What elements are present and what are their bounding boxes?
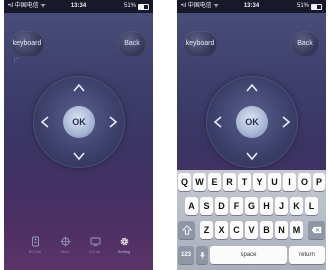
right-arrow-icon[interactable] — [278, 114, 294, 130]
key[interactable]: Z — [200, 221, 213, 239]
microphone-icon — [199, 252, 205, 259]
keyboard-button[interactable]: keyboard — [10, 31, 44, 57]
key[interactable]: U — [268, 173, 281, 191]
on-screen-keyboard: Q W E R T Y U I O P A S D F G H J K L Z — [177, 170, 326, 270]
battery-percent: 51% — [123, 3, 136, 9]
direction-pad: OK — [33, 76, 125, 168]
direction-pad: OK — [206, 76, 298, 168]
tab-label: EZ Air — [89, 249, 101, 254]
key[interactable]: H — [260, 197, 273, 215]
key[interactable]: M — [290, 221, 303, 239]
status-bar: •ıl 中国电信 ᯤ 13:34 51% — [4, 0, 153, 13]
tab-setting[interactable]: Setting — [109, 228, 139, 262]
battery-icon — [311, 3, 322, 10]
key[interactable]: O — [298, 173, 311, 191]
key[interactable]: L — [305, 197, 318, 215]
tab-ez-air[interactable]: EZ Air — [80, 228, 110, 262]
up-arrow-icon[interactable] — [71, 80, 87, 96]
key[interactable]: C — [230, 221, 243, 239]
keyboard-row-3: Z X C V B N M — [177, 221, 326, 241]
key[interactable]: J — [275, 197, 288, 215]
back-button[interactable]: Back — [118, 31, 146, 57]
remote-icon — [30, 236, 41, 247]
keyboard-row-1: Q W E R T Y U I O P — [177, 173, 326, 193]
key[interactable]: G — [245, 197, 258, 215]
tab-label: IR Cntl — [28, 249, 42, 254]
keyboard-button[interactable]: keyboard — [183, 31, 217, 57]
divider — [14, 58, 19, 63]
key[interactable]: P — [313, 173, 325, 191]
tab-label: Setting — [117, 249, 131, 254]
mouse-icon — [60, 236, 71, 247]
key[interactable]: S — [200, 197, 213, 215]
key[interactable]: F — [230, 197, 243, 215]
key[interactable]: X — [215, 221, 228, 239]
down-arrow-icon[interactable] — [71, 148, 87, 164]
ok-button[interactable]: OK — [236, 106, 268, 138]
battery-icon — [138, 3, 149, 10]
keyboard-row-2: A S D F G H J K L — [177, 197, 326, 217]
battery-indicator: 51% — [124, 0, 149, 13]
shift-key[interactable] — [178, 221, 195, 239]
right-arrow-icon[interactable] — [105, 114, 121, 130]
key[interactable]: R — [223, 173, 236, 191]
tab-mouse[interactable]: Mou — [50, 228, 80, 262]
key[interactable]: D — [215, 197, 228, 215]
key[interactable]: E — [208, 173, 221, 191]
down-arrow-icon[interactable] — [244, 148, 260, 164]
key[interactable]: Y — [253, 173, 266, 191]
numbers-key[interactable]: 123 — [178, 246, 194, 264]
bottom-tab-bar: IR Cntl Mou EZ Air Setting — [4, 228, 153, 262]
space-key[interactable]: space — [210, 246, 287, 264]
keyboard-row-4: 123 space return — [177, 246, 326, 266]
key[interactable]: V — [245, 221, 258, 239]
dictation-key[interactable] — [196, 246, 208, 264]
key[interactable]: I — [283, 173, 296, 191]
tab-label: Mou — [61, 249, 69, 254]
key[interactable]: T — [238, 173, 251, 191]
left-arrow-icon[interactable] — [210, 114, 226, 130]
key[interactable]: Q — [178, 173, 191, 191]
screen-icon — [90, 236, 101, 247]
remote-screen-keyboard: •ıl 中国电信 ᯤ 13:34 51% keyboard Back OK Q … — [177, 0, 326, 270]
return-key[interactable]: return — [289, 246, 325, 264]
ok-button[interactable]: OK — [63, 106, 95, 138]
delete-key[interactable] — [308, 221, 325, 239]
left-arrow-icon[interactable] — [37, 114, 53, 130]
backspace-icon — [311, 226, 322, 234]
key[interactable]: A — [185, 197, 198, 215]
shift-icon — [181, 225, 192, 235]
tab-ir-control[interactable]: IR Cntl — [20, 228, 50, 262]
back-button[interactable]: Back — [291, 31, 319, 57]
battery-indicator: 51% — [297, 0, 322, 13]
key[interactable]: K — [290, 197, 303, 215]
remote-screen-tabs: •ıl 中国电信 ᯤ 13:34 51% keyboard Back OK IR… — [4, 0, 153, 270]
status-bar: •ıl 中国电信 ᯤ 13:34 51% — [177, 0, 326, 13]
key[interactable]: B — [260, 221, 273, 239]
key[interactable]: N — [275, 221, 288, 239]
gear-icon — [119, 236, 130, 247]
key[interactable]: W — [193, 173, 206, 191]
up-arrow-icon[interactable] — [244, 80, 260, 96]
battery-percent: 51% — [296, 3, 309, 9]
